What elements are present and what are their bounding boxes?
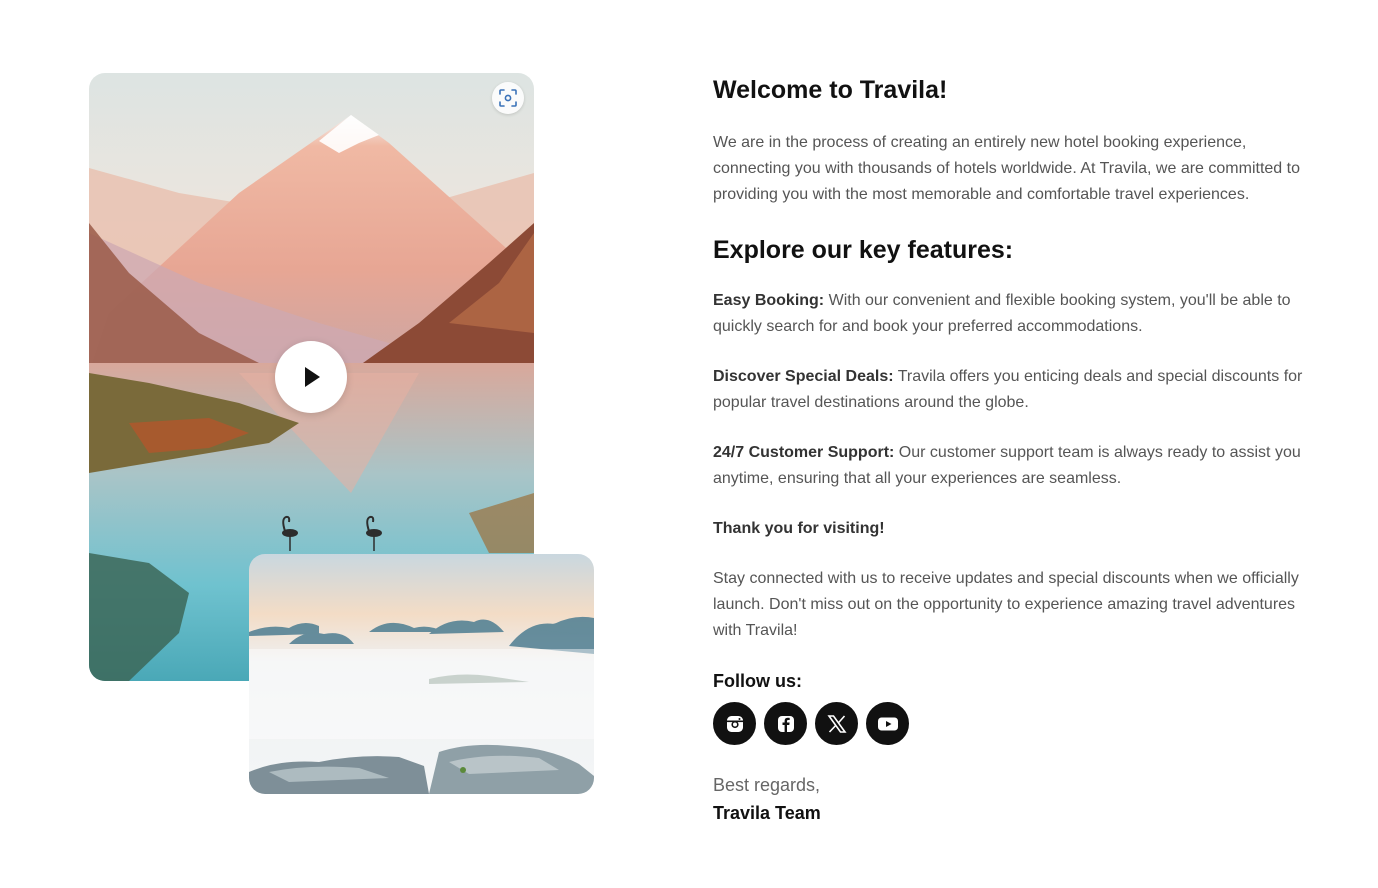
- x-button[interactable]: [815, 702, 858, 745]
- x-icon: [826, 714, 847, 733]
- facebook-button[interactable]: [764, 702, 807, 745]
- scan-icon: [499, 89, 517, 107]
- follow-label: Follow us:: [713, 671, 802, 691]
- youtube-button[interactable]: [866, 702, 909, 745]
- play-icon: [305, 367, 320, 387]
- feature-label: Easy Booking:: [713, 292, 825, 309]
- play-button[interactable]: [275, 341, 347, 413]
- feature-label: Discover Special Deals:: [713, 368, 894, 385]
- scan-button[interactable]: [492, 82, 524, 114]
- intro-paragraph: We are in the process of creating an ent…: [713, 134, 1300, 203]
- closing-paragraph: Stay connected with us to receive update…: [713, 570, 1299, 639]
- instagram-button[interactable]: [713, 702, 756, 745]
- youtube-icon: [877, 717, 898, 730]
- feature-label: 24/7 Customer Support:: [713, 444, 895, 461]
- thanks-text: Thank you for visiting!: [713, 520, 885, 537]
- feature-customer-support: 24/7 Customer Support: Our customer supp…: [713, 440, 1323, 492]
- feature-special-deals: Discover Special Deals: Travila offers y…: [713, 364, 1323, 416]
- instagram-icon: [726, 715, 743, 732]
- features-heading: Explore our key features:: [713, 236, 1014, 264]
- team-signature: Travila Team: [713, 803, 821, 823]
- welcome-content: Welcome to Travila! We are in the proces…: [713, 74, 1323, 827]
- foggy-mountains-image: [249, 554, 594, 794]
- feature-easy-booking: Easy Booking: With our convenient and fl…: [713, 288, 1323, 340]
- regards-text: Best regards,: [713, 775, 821, 795]
- social-links: [713, 702, 1323, 745]
- page-title: Welcome to Travila!: [713, 76, 948, 104]
- facebook-icon: [777, 715, 794, 732]
